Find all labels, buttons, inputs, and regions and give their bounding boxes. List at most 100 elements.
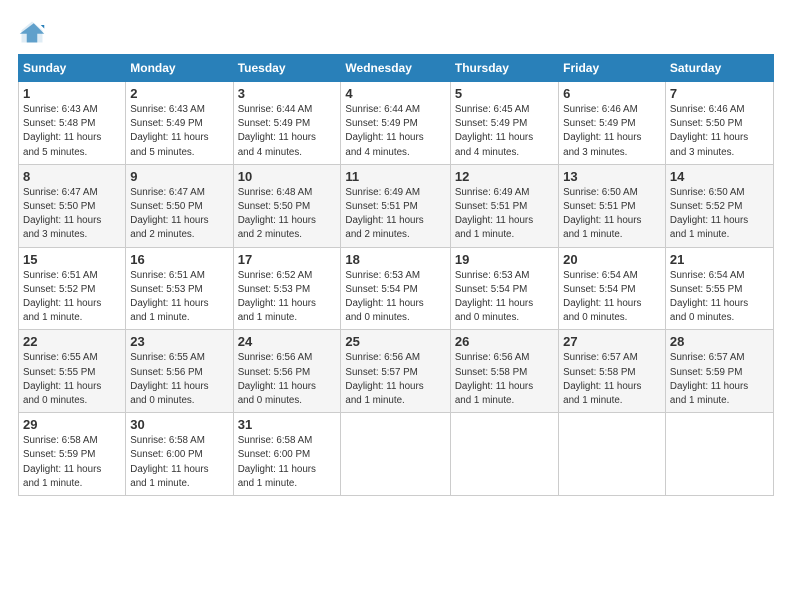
- day-cell-21: 21Sunrise: 6:54 AM Sunset: 5:55 PM Dayli…: [665, 247, 773, 330]
- day-cell-7: 7 Sunrise: 6:46 AM Sunset: 5:50 PM Daylig…: [665, 82, 773, 165]
- day-cell-20: 20Sunrise: 6:54 AM Sunset: 5:54 PM Dayli…: [559, 247, 666, 330]
- page: SundayMondayTuesdayWednesdayThursdayFrid…: [0, 0, 792, 612]
- empty-cell: [450, 413, 558, 496]
- day-info: Sunrise: 6:58 AM Sunset: 6:00 PM Dayligh…: [130, 434, 228, 491]
- day-number: 28: [670, 334, 769, 349]
- day-number: 5: [455, 86, 554, 101]
- day-cell-6: 6Sunrise: 6:46 AM Sunset: 5:49 PM Daylig…: [559, 82, 666, 165]
- day-info: Sunrise: 6:49 AM Sunset: 5:51 PM Dayligh…: [345, 186, 445, 243]
- header-cell-tuesday: Tuesday: [233, 55, 341, 82]
- day-number: 16: [130, 252, 228, 267]
- day-cell-15: 15 Sunrise: 6:51 AM Sunset: 5:52 PM Dayli…: [19, 247, 126, 330]
- week-row-1: 1 Sunrise: 6:43 AM Sunset: 5:48 PM Daylig…: [19, 82, 774, 165]
- day-number: 27: [563, 334, 661, 349]
- day-number: 6: [563, 86, 661, 101]
- header-cell-sunday: Sunday: [19, 55, 126, 82]
- day-cell-24: 24 Sunrise: 6:56 AM Sunset: 5:56 PM Dayli…: [233, 330, 341, 413]
- day-info: Sunrise: 6:56 AM Sunset: 5:58 PM Dayligh…: [455, 351, 554, 408]
- day-info: Sunrise: 6:53 AM Sunset: 5:54 PM Dayligh…: [455, 269, 554, 326]
- day-number: 14: [670, 169, 769, 184]
- logo: [18, 18, 50, 46]
- day-info: Sunrise: 6:55 AM Sunset: 5:55 PM Dayligh…: [23, 351, 121, 408]
- day-cell-14: 14Sunrise: 6:50 AM Sunset: 5:52 PM Dayli…: [665, 164, 773, 247]
- day-cell-9: 9Sunrise: 6:47 AM Sunset: 5:50 PM Daylig…: [126, 164, 233, 247]
- day-info: Sunrise: 6:49 AM Sunset: 5:51 PM Dayligh…: [455, 186, 554, 243]
- day-number: 15: [23, 252, 121, 267]
- day-info: Sunrise: 6:53 AM Sunset: 5:54 PM Dayligh…: [345, 269, 445, 326]
- day-info: Sunrise: 6:44 AM Sunset: 5:49 PM Dayligh…: [238, 103, 337, 160]
- day-number: 24: [238, 334, 337, 349]
- empty-cell: [559, 413, 666, 496]
- day-cell-19: 19 Sunrise: 6:53 AM Sunset: 5:54 PM Dayli…: [450, 247, 558, 330]
- day-info: Sunrise: 6:52 AM Sunset: 5:53 PM Dayligh…: [238, 269, 337, 326]
- week-row-3: 15 Sunrise: 6:51 AM Sunset: 5:52 PM Dayli…: [19, 247, 774, 330]
- day-cell-29: 29 Sunrise: 6:58 AM Sunset: 5:59 PM Dayli…: [19, 413, 126, 496]
- day-number: 13: [563, 169, 661, 184]
- day-info: Sunrise: 6:50 AM Sunset: 5:51 PM Dayligh…: [563, 186, 661, 243]
- week-row-2: 8Sunrise: 6:47 AM Sunset: 5:50 PM Daylig…: [19, 164, 774, 247]
- day-number: 11: [345, 169, 445, 184]
- day-info: Sunrise: 6:47 AM Sunset: 5:50 PM Dayligh…: [130, 186, 228, 243]
- day-number: 21: [670, 252, 769, 267]
- day-number: 7: [670, 86, 769, 101]
- day-cell-26: 26 Sunrise: 6:56 AM Sunset: 5:58 PM Dayli…: [450, 330, 558, 413]
- day-info: Sunrise: 6:44 AM Sunset: 5:49 PM Dayligh…: [345, 103, 445, 160]
- day-info: Sunrise: 6:56 AM Sunset: 5:57 PM Dayligh…: [345, 351, 445, 408]
- empty-cell: [665, 413, 773, 496]
- day-number: 29: [23, 417, 121, 432]
- day-cell-5: 5 Sunrise: 6:45 AM Sunset: 5:49 PM Daylig…: [450, 82, 558, 165]
- calendar-table: SundayMondayTuesdayWednesdayThursdayFrid…: [18, 54, 774, 496]
- day-number: 2: [130, 86, 228, 101]
- header-row: SundayMondayTuesdayWednesdayThursdayFrid…: [19, 55, 774, 82]
- week-row-5: 29 Sunrise: 6:58 AM Sunset: 5:59 PM Dayli…: [19, 413, 774, 496]
- header-cell-thursday: Thursday: [450, 55, 558, 82]
- header-cell-friday: Friday: [559, 55, 666, 82]
- day-cell-30: 30 Sunrise: 6:58 AM Sunset: 6:00 PM Dayli…: [126, 413, 233, 496]
- day-number: 22: [23, 334, 121, 349]
- day-info: Sunrise: 6:43 AM Sunset: 5:48 PM Dayligh…: [23, 103, 121, 160]
- day-cell-10: 10 Sunrise: 6:48 AM Sunset: 5:50 PM Dayli…: [233, 164, 341, 247]
- day-number: 26: [455, 334, 554, 349]
- day-number: 1: [23, 86, 121, 101]
- day-info: Sunrise: 6:51 AM Sunset: 5:52 PM Dayligh…: [23, 269, 121, 326]
- day-info: Sunrise: 6:48 AM Sunset: 5:50 PM Dayligh…: [238, 186, 337, 243]
- day-info: Sunrise: 6:46 AM Sunset: 5:50 PM Dayligh…: [670, 103, 769, 160]
- day-cell-1: 1 Sunrise: 6:43 AM Sunset: 5:48 PM Daylig…: [19, 82, 126, 165]
- day-info: Sunrise: 6:57 AM Sunset: 5:58 PM Dayligh…: [563, 351, 661, 408]
- day-info: Sunrise: 6:43 AM Sunset: 5:49 PM Dayligh…: [130, 103, 228, 160]
- day-number: 20: [563, 252, 661, 267]
- day-number: 23: [130, 334, 228, 349]
- day-number: 17: [238, 252, 337, 267]
- day-cell-17: 17 Sunrise: 6:52 AM Sunset: 5:53 PM Dayli…: [233, 247, 341, 330]
- day-number: 30: [130, 417, 228, 432]
- header-cell-wednesday: Wednesday: [341, 55, 450, 82]
- day-info: Sunrise: 6:57 AM Sunset: 5:59 PM Dayligh…: [670, 351, 769, 408]
- day-cell-25: 25 Sunrise: 6:56 AM Sunset: 5:57 PM Dayli…: [341, 330, 450, 413]
- day-cell-28: 28 Sunrise: 6:57 AM Sunset: 5:59 PM Dayli…: [665, 330, 773, 413]
- header: [18, 18, 774, 46]
- day-cell-13: 13 Sunrise: 6:50 AM Sunset: 5:51 PM Dayli…: [559, 164, 666, 247]
- day-cell-3: 3 Sunrise: 6:44 AM Sunset: 5:49 PM Daylig…: [233, 82, 341, 165]
- day-cell-18: 18Sunrise: 6:53 AM Sunset: 5:54 PM Dayli…: [341, 247, 450, 330]
- day-info: Sunrise: 6:56 AM Sunset: 5:56 PM Dayligh…: [238, 351, 337, 408]
- header-cell-monday: Monday: [126, 55, 233, 82]
- day-number: 10: [238, 169, 337, 184]
- day-cell-22: 22 Sunrise: 6:55 AM Sunset: 5:55 PM Dayli…: [19, 330, 126, 413]
- day-cell-12: 12Sunrise: 6:49 AM Sunset: 5:51 PM Dayli…: [450, 164, 558, 247]
- day-info: Sunrise: 6:55 AM Sunset: 5:56 PM Dayligh…: [130, 351, 228, 408]
- day-info: Sunrise: 6:45 AM Sunset: 5:49 PM Dayligh…: [455, 103, 554, 160]
- day-number: 3: [238, 86, 337, 101]
- day-number: 19: [455, 252, 554, 267]
- day-number: 25: [345, 334, 445, 349]
- day-cell-23: 23 Sunrise: 6:55 AM Sunset: 5:56 PM Dayli…: [126, 330, 233, 413]
- day-cell-2: 2 Sunrise: 6:43 AM Sunset: 5:49 PM Daylig…: [126, 82, 233, 165]
- day-info: Sunrise: 6:58 AM Sunset: 5:59 PM Dayligh…: [23, 434, 121, 491]
- day-number: 4: [345, 86, 445, 101]
- day-number: 31: [238, 417, 337, 432]
- day-info: Sunrise: 6:47 AM Sunset: 5:50 PM Dayligh…: [23, 186, 121, 243]
- day-cell-27: 27 Sunrise: 6:57 AM Sunset: 5:58 PM Dayli…: [559, 330, 666, 413]
- logo-icon: [18, 18, 46, 46]
- day-cell-16: 16Sunrise: 6:51 AM Sunset: 5:53 PM Dayli…: [126, 247, 233, 330]
- day-cell-8: 8Sunrise: 6:47 AM Sunset: 5:50 PM Daylig…: [19, 164, 126, 247]
- day-cell-11: 11 Sunrise: 6:49 AM Sunset: 5:51 PM Dayli…: [341, 164, 450, 247]
